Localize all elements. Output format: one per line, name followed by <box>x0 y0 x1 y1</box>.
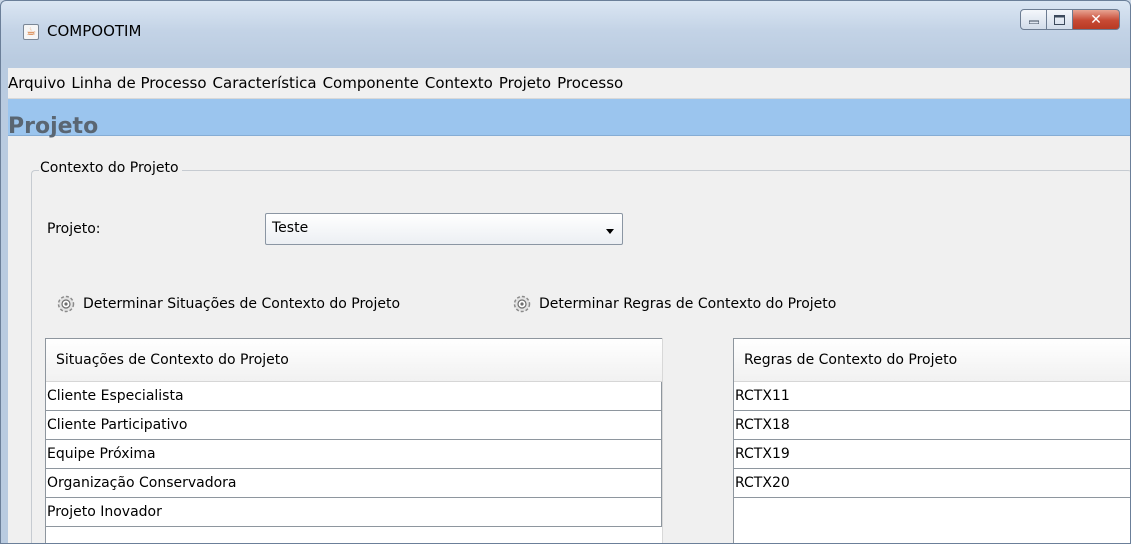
project-select-value: Teste <box>272 220 309 236</box>
table-row[interactable]: RCTX11 <box>734 382 1130 411</box>
table-row[interactable]: Organização Conservadora <box>46 469 662 498</box>
title-bar[interactable]: ☕ COMPOOTIM ✕ <box>1 1 1130 59</box>
app-window: ☕ COMPOOTIM ✕ Arquivo Linha de Processo … <box>0 0 1131 544</box>
table-row[interactable]: Projeto Inovador <box>46 498 662 527</box>
table-row[interactable]: RCTX19 <box>734 440 1130 469</box>
table-row[interactable]: Cliente Participativo <box>46 411 662 440</box>
java-app-icon: ☕ <box>23 24 39 40</box>
group-label: Contexto do Projeto <box>39 160 182 176</box>
determine-rules-label: Determinar Regras de Contexto do Projeto <box>539 296 837 312</box>
maximize-button[interactable] <box>1047 9 1073 30</box>
rules-table: Regras de Contexto do Projeto RCTX11 RCT… <box>733 338 1130 543</box>
minimize-button[interactable] <box>1020 9 1047 30</box>
menu-componente[interactable]: Componente <box>320 74 422 92</box>
situations-table: Situações de Contexto do Projeto Cliente… <box>45 338 662 543</box>
menu-bar: Arquivo Linha de Processo Característica… <box>8 68 1130 99</box>
table-row[interactable]: Equipe Próxima <box>46 440 662 469</box>
menu-linha-de-processo[interactable]: Linha de Processo <box>68 74 209 92</box>
rules-table-header[interactable]: Regras de Contexto do Projeto <box>734 339 1130 382</box>
section-header <box>8 99 1130 136</box>
menu-contexto[interactable]: Contexto <box>422 74 496 92</box>
client-area: Arquivo Linha de Processo Característica… <box>8 68 1130 543</box>
menu-arquivo[interactable]: Arquivo <box>8 74 68 92</box>
close-button[interactable]: ✕ <box>1073 9 1120 30</box>
determine-rules-button[interactable]: Determinar Regras de Contexto do Projeto <box>511 291 836 317</box>
table-row[interactable]: RCTX20 <box>734 469 1130 498</box>
table-row[interactable]: RCTX18 <box>734 411 1130 440</box>
maximize-icon <box>1054 14 1065 25</box>
gear-icon <box>57 295 75 313</box>
page-title: Projeto <box>8 114 99 139</box>
determine-situations-label: Determinar Situações de Contexto do Proj… <box>83 296 401 312</box>
window-title: COMPOOTIM <box>47 22 142 40</box>
table-row[interactable]: Cliente Especialista <box>46 382 662 411</box>
situations-table-header[interactable]: Situações de Contexto do Projeto <box>46 339 662 382</box>
chevron-down-icon <box>606 229 614 234</box>
minimize-icon <box>1028 20 1039 24</box>
situations-table-scrollbar[interactable] <box>662 338 679 543</box>
project-select[interactable]: Teste <box>265 213 623 245</box>
project-label: Projeto: <box>47 221 101 237</box>
gear-icon <box>513 295 531 313</box>
menu-caracteristica[interactable]: Característica <box>210 74 320 92</box>
window-controls: ✕ <box>1020 9 1120 31</box>
menu-processo[interactable]: Processo <box>554 74 626 92</box>
close-icon: ✕ <box>1090 11 1102 28</box>
menu-projeto[interactable]: Projeto <box>496 74 554 92</box>
determine-situations-button[interactable]: Determinar Situações de Contexto do Proj… <box>55 291 400 317</box>
